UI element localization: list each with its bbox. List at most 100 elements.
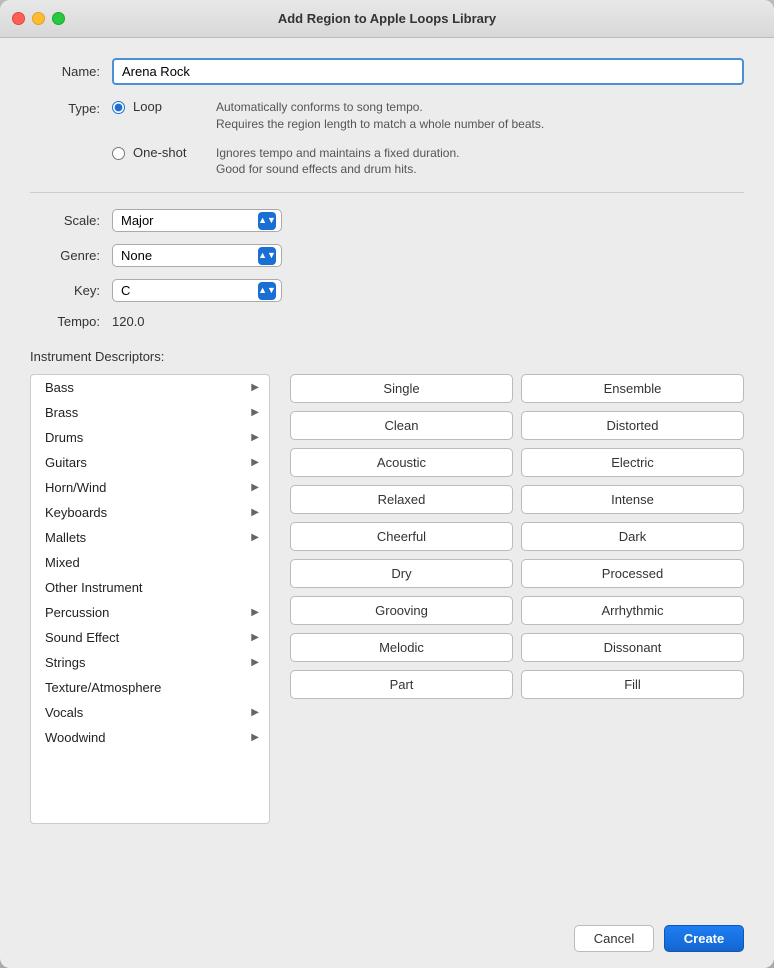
instrument-list-item[interactable]: Mixed (31, 550, 269, 575)
loop-radio-label: Loop (133, 99, 208, 114)
scale-select-wrapper: Major Minor Neither ▲▼ (112, 209, 282, 232)
instrument-list-item[interactable]: Mallets ▶ (31, 525, 269, 550)
instrument-item-label: Sound Effect (45, 630, 119, 645)
instrument-list-item[interactable]: Guitars ▶ (31, 450, 269, 475)
instrument-item-label: Keyboards (45, 505, 107, 520)
instrument-item-label: Vocals (45, 705, 83, 720)
loop-radio[interactable] (112, 101, 125, 114)
create-button[interactable]: Create (664, 925, 744, 952)
descriptor-button-distorted[interactable]: Distorted (521, 411, 744, 440)
oneshot-option-row: One-shot Ignores tempo and maintains a f… (112, 145, 544, 179)
instrument-descriptors-title: Instrument Descriptors: (30, 349, 744, 364)
instrument-item-label: Strings (45, 655, 85, 670)
genre-label: Genre: (30, 248, 100, 263)
instrument-list-item[interactable]: Drums ▶ (31, 425, 269, 450)
instrument-list-item[interactable]: Horn/Wind▶ (31, 475, 269, 500)
key-select[interactable]: C C# D D# E F F# G G# A A# B (112, 279, 282, 302)
title-bar: Add Region to Apple Loops Library (0, 0, 774, 38)
key-select-wrapper: C C# D D# E F F# G G# A A# B ▲▼ (112, 279, 282, 302)
instrument-list-item[interactable]: Keyboards ▶ (31, 500, 269, 525)
dialog-window: Add Region to Apple Loops Library Name: … (0, 0, 774, 968)
instrument-list-item[interactable]: Bass▶ (31, 375, 269, 400)
name-row: Name: (30, 58, 744, 85)
divider (30, 192, 744, 193)
instrument-item-label: Mallets (45, 530, 86, 545)
dialog-content: Name: Type: Loop Automatically conforms … (0, 38, 774, 909)
oneshot-desc-line2: Good for sound effects and drum hits. (216, 161, 459, 178)
chevron-right-icon: ▶ (251, 382, 259, 393)
oneshot-desc-line1: Ignores tempo and maintains a fixed dura… (216, 145, 459, 162)
window-title: Add Region to Apple Loops Library (278, 11, 496, 26)
chevron-right-icon: ▶ (251, 407, 259, 418)
traffic-lights (12, 12, 65, 25)
instrument-list-item[interactable]: Brass ▶ (31, 400, 269, 425)
descriptor-button-dry[interactable]: Dry (290, 559, 513, 588)
descriptor-grid: Single Ensemble Clean Distorted Acoustic Elec… (290, 374, 744, 699)
chevron-right-icon: ▶ (251, 632, 259, 643)
type-section: Type: Loop Automatically conforms to son… (30, 99, 744, 178)
descriptor-button-intense[interactable]: Intense (521, 485, 744, 514)
dialog-footer: Cancel Create (0, 909, 774, 968)
minimize-button[interactable] (32, 12, 45, 25)
descriptor-button-cheerful[interactable]: Cheerful (290, 522, 513, 551)
instrument-item-label: Other Instrument (45, 580, 143, 595)
descriptor-button-melodic[interactable]: Melodic (290, 633, 513, 662)
chevron-right-icon: ▶ (251, 657, 259, 668)
instrument-item-label: Horn/Wind (45, 480, 106, 495)
instrument-list-item[interactable]: Other Instrument (31, 575, 269, 600)
instrument-list-item[interactable]: Percussion ▶ (31, 600, 269, 625)
cancel-button[interactable]: Cancel (574, 925, 654, 952)
fullscreen-button[interactable] (52, 12, 65, 25)
oneshot-radio-label: One-shot (133, 145, 208, 160)
instrument-item-label: Brass (45, 405, 78, 420)
chevron-right-icon: ▶ (251, 707, 259, 718)
descriptor-button-fill[interactable]: Fill (521, 670, 744, 699)
instrument-item-label: Guitars (45, 455, 87, 470)
instrument-item-label: Percussion (45, 605, 109, 620)
loop-desc-line1: Automatically conforms to song tempo. (216, 99, 544, 116)
close-button[interactable] (12, 12, 25, 25)
descriptor-button-processed[interactable]: Processed (521, 559, 744, 588)
instrument-list-item[interactable]: Vocals ▶ (31, 700, 269, 725)
instrument-list-item[interactable]: Woodwind ▶ (31, 725, 269, 750)
instrument-item-label: Mixed (45, 555, 80, 570)
chevron-right-icon: ▶ (251, 432, 259, 443)
scale-row: Scale: Major Minor Neither ▲▼ (30, 209, 744, 232)
chevron-right-icon: ▶ (251, 607, 259, 618)
descriptor-button-single[interactable]: Single (290, 374, 513, 403)
loop-desc-line2: Requires the region length to match a wh… (216, 116, 544, 133)
instrument-main: Bass▶Brass▶Drums▶Guitars▶Horn/Wind▶Keybo… (30, 374, 744, 824)
instrument-item-label: Texture/Atmosphere (45, 680, 161, 695)
descriptor-button-ensemble[interactable]: Ensemble (521, 374, 744, 403)
key-row: Key: C C# D D# E F F# G G# A A# B ▲▼ (30, 279, 744, 302)
descriptor-button-electric[interactable]: Electric (521, 448, 744, 477)
chevron-right-icon: ▶ (251, 507, 259, 518)
descriptor-button-clean[interactable]: Clean (290, 411, 513, 440)
instrument-list-item[interactable]: Sound Effect ▶ (31, 625, 269, 650)
type-label: Type: (30, 99, 100, 116)
genre-select[interactable]: None Alternative Bass Blues Country Danc… (112, 244, 282, 267)
genre-select-wrapper: None Alternative Bass Blues Country Danc… (112, 244, 282, 267)
oneshot-radio[interactable] (112, 147, 125, 160)
descriptor-button-part[interactable]: Part (290, 670, 513, 699)
instrument-list-item[interactable]: Texture/Atmosphere (31, 675, 269, 700)
instrument-item-label: Woodwind (45, 730, 105, 745)
descriptor-button-grooving[interactable]: Grooving (290, 596, 513, 625)
genre-row: Genre: None Alternative Bass Blues Count… (30, 244, 744, 267)
chevron-right-icon: ▶ (251, 732, 259, 743)
scale-label: Scale: (30, 213, 100, 228)
chevron-right-icon: ▶ (251, 457, 259, 468)
chevron-right-icon: ▶ (251, 532, 259, 543)
instrument-item-label: Drums (45, 430, 83, 445)
tempo-value: 120.0 (112, 314, 145, 329)
loop-desc: Automatically conforms to song tempo. Re… (216, 99, 544, 133)
descriptor-button-dissonant[interactable]: Dissonant (521, 633, 744, 662)
descriptor-button-relaxed[interactable]: Relaxed (290, 485, 513, 514)
descriptor-button-acoustic[interactable]: Acoustic (290, 448, 513, 477)
loop-option-row: Loop Automatically conforms to song temp… (112, 99, 544, 133)
name-input[interactable] (112, 58, 744, 85)
descriptor-button-arrhythmic[interactable]: Arrhythmic (521, 596, 744, 625)
descriptor-button-dark[interactable]: Dark (521, 522, 744, 551)
instrument-list-item[interactable]: Strings ▶ (31, 650, 269, 675)
scale-select[interactable]: Major Minor Neither (112, 209, 282, 232)
